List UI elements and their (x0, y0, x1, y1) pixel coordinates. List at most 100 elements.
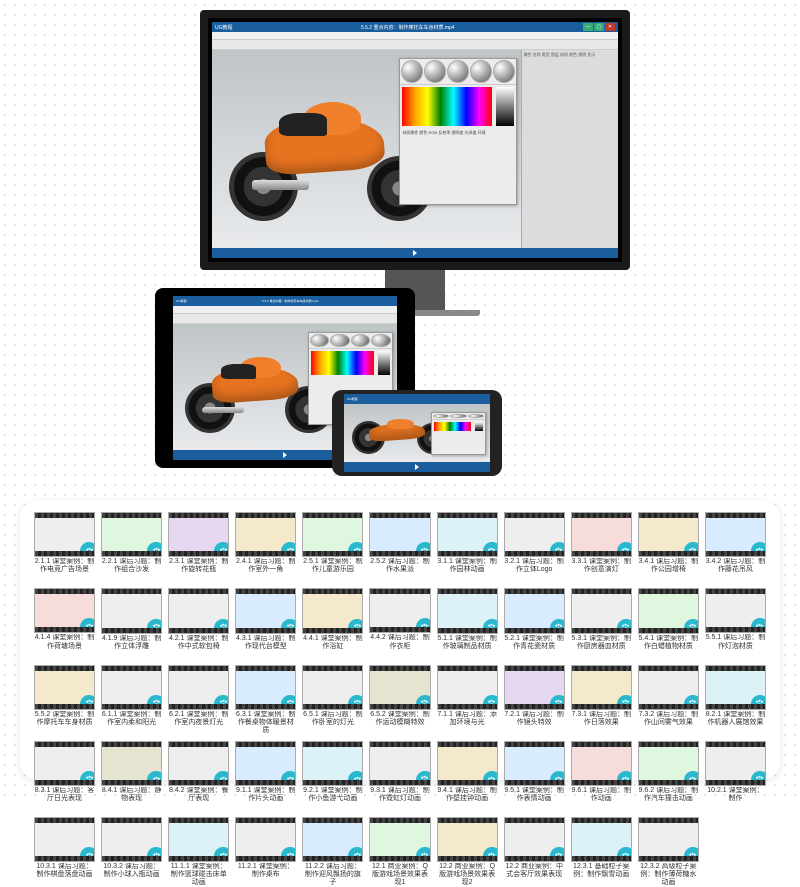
video-thumbnail[interactable] (168, 512, 229, 557)
video-thumbnail[interactable] (705, 588, 766, 633)
video-thumbnail[interactable] (504, 588, 565, 633)
video-thumbnail[interactable] (571, 665, 632, 710)
properties-panel[interactable]: 属性 名称 类型 图层 材质 颜色 透明 显示 (521, 50, 618, 248)
video-item[interactable]: 3.4.2 课后习题：制作藤花吊风 (705, 512, 766, 582)
material-swatch[interactable] (447, 60, 469, 83)
video-thumbnail[interactable] (638, 588, 699, 633)
window-min-button[interactable]: — (583, 23, 593, 31)
video-item[interactable]: 9.2.1 课堂案例：制作小鱼游弋动画 (302, 741, 363, 811)
video-thumbnail[interactable] (302, 588, 363, 633)
play-icon[interactable] (413, 250, 417, 256)
video-thumbnail[interactable] (235, 817, 296, 862)
video-thumbnail[interactable] (705, 512, 766, 557)
video-item[interactable]: 2.2.1 课后习题：制作组合沙发 (101, 512, 162, 582)
video-thumbnail[interactable] (168, 817, 229, 862)
viewport-3d[interactable]: 材质属性 颜色 RGB 反射率 透明度 光泽度 环境 (212, 50, 521, 248)
video-item[interactable]: 12.3.2 高级粒子案例：制作薄荷糖水动画 (638, 817, 699, 887)
video-thumbnail[interactable] (34, 512, 95, 557)
video-thumbnail[interactable] (504, 665, 565, 710)
video-item[interactable]: 12.1 商业案例：Q版游戏场景效果表现1 (369, 817, 430, 887)
video-item[interactable]: 4.2.1 课堂案例：制作中式软包椅 (168, 588, 229, 658)
video-item[interactable]: 8.3.1 课后习题：客厅日光表现 (34, 741, 95, 811)
video-thumbnail[interactable] (571, 512, 632, 557)
video-item[interactable]: 3.2.1 课后习题：制作立体Logo (504, 512, 565, 582)
video-thumbnail[interactable] (437, 588, 498, 633)
hue-gradient[interactable] (402, 87, 492, 126)
video-item[interactable]: 8.4.2 课堂案例：餐厅表现 (168, 741, 229, 811)
video-thumbnail[interactable] (437, 817, 498, 862)
video-thumbnail[interactable] (235, 741, 296, 786)
video-thumbnail[interactable] (34, 741, 95, 786)
video-thumbnail[interactable] (437, 665, 498, 710)
video-item[interactable]: 5.1.1 课堂案例：制作玻璃制品材质 (437, 588, 498, 658)
video-thumbnail[interactable] (437, 512, 498, 557)
video-item[interactable]: 9.6.1 课后习题：制作动画 (571, 741, 632, 811)
video-item[interactable]: 4.3.1 课后习题：制作现代台模型 (235, 588, 296, 658)
video-thumbnail[interactable] (168, 588, 229, 633)
video-thumbnail[interactable] (369, 817, 430, 862)
video-thumbnail[interactable] (101, 741, 162, 786)
video-thumbnail[interactable] (34, 817, 95, 862)
video-item[interactable]: 5.3.1 课堂案例：制作厨房器皿材质 (571, 588, 632, 658)
video-item[interactable]: 2.5.1 课堂案例：制作儿童游乐园 (302, 512, 363, 582)
video-thumbnail[interactable] (369, 512, 430, 557)
material-swatch[interactable] (424, 60, 446, 83)
video-item[interactable]: 12.3.1 基础粒子案例：制作飘雪动画 (571, 817, 632, 887)
video-item[interactable]: 4.1.4 课堂案例：制作荷塘场景 (34, 588, 95, 658)
toolbar[interactable] (212, 40, 618, 50)
video-item[interactable]: 2.5.2 课后习题：制作水果派 (369, 512, 430, 582)
video-thumbnail[interactable] (571, 817, 632, 862)
video-item[interactable]: 6.5.2 课堂案例：制作运动模糊特效 (369, 665, 430, 735)
video-item[interactable]: 2.4.1 课后习题：制作室外一角 (235, 512, 296, 582)
video-item[interactable]: 5.5.1 课后习题：制作灯泡材质 (705, 588, 766, 658)
video-thumbnail[interactable] (369, 665, 430, 710)
video-thumbnail[interactable] (168, 741, 229, 786)
video-item[interactable]: 7.3.1 课后习题：制作日落效果 (571, 665, 632, 735)
video-thumbnail[interactable] (302, 817, 363, 862)
video-item[interactable]: 6.3.1 课堂案例：制作餐桌物体暖景材质 (235, 665, 296, 735)
video-item[interactable]: 11.2.2 课后习题：制作迎风飘扬的旗子 (302, 817, 363, 887)
video-thumbnail[interactable] (34, 588, 95, 633)
video-item[interactable]: 5.2.1 课堂案例：制作青花瓷材质 (504, 588, 565, 658)
video-item[interactable]: 9.1.1 课堂案例：制作片头动画 (235, 741, 296, 811)
video-thumbnail[interactable] (504, 817, 565, 862)
menubar[interactable] (212, 32, 618, 40)
playback-bar[interactable] (212, 248, 618, 258)
video-item[interactable]: 10.3.2 课后习题：制作小球入瓶动画 (101, 817, 162, 887)
video-thumbnail[interactable] (638, 741, 699, 786)
video-thumbnail[interactable] (504, 741, 565, 786)
video-item[interactable]: 4.1.9 课后习题：制作立体浮雕 (101, 588, 162, 658)
video-item[interactable]: 6.2.1 课堂案例：制作室内夜景灯光 (168, 665, 229, 735)
video-item[interactable]: 9.4.1 课后习题：制作壁挂钟动画 (437, 741, 498, 811)
material-swatch[interactable] (401, 60, 423, 83)
video-item[interactable]: 3.4.1 课后习题：制作公园增椅 (638, 512, 699, 582)
video-thumbnail[interactable] (638, 665, 699, 710)
video-thumbnail[interactable] (369, 741, 430, 786)
video-item[interactable]: 12.2 商业案例：中式会客厅效果表现 (504, 817, 565, 887)
video-thumbnail[interactable] (235, 588, 296, 633)
window-max-button[interactable]: ▢ (594, 23, 604, 31)
material-swatches[interactable] (400, 59, 515, 85)
video-item[interactable]: 10.3.1 课后习题：制作棋盘落盘动画 (34, 817, 95, 887)
video-item[interactable]: 7.2.1 课后习题：制作镜头特效 (504, 665, 565, 735)
video-thumbnail[interactable] (235, 512, 296, 557)
video-thumbnail[interactable] (101, 512, 162, 557)
material-swatch[interactable] (493, 60, 515, 83)
video-item[interactable]: 10.2.1 课堂案例：制作 (705, 741, 766, 811)
video-item[interactable]: 5.4.1 课堂案例：制作白蜡植物材质 (638, 588, 699, 658)
video-thumbnail[interactable] (705, 665, 766, 710)
video-item[interactable]: 11.2.1 课堂案例：制作桌布 (235, 817, 296, 887)
video-item[interactable]: 9.6.2 课后习题：制作汽车撞击动画 (638, 741, 699, 811)
video-thumbnail[interactable] (168, 665, 229, 710)
video-item[interactable]: 3.1.1 课堂案例：制作园林动画 (437, 512, 498, 582)
video-item[interactable]: 2.1.1 课堂案例：制作电竞广告场景 (34, 512, 95, 582)
video-thumbnail[interactable] (302, 512, 363, 557)
video-item[interactable]: 8.2.1 课堂案例：制作机器人展馆效果 (705, 665, 766, 735)
video-thumbnail[interactable] (705, 741, 766, 786)
video-thumbnail[interactable] (638, 817, 699, 862)
video-item[interactable]: 11.1.1 课堂案例：制作篮球碰击床单动画 (168, 817, 229, 887)
video-item[interactable]: 7.3.2 课后习题：制作山间雾气效果 (638, 665, 699, 735)
video-thumbnail[interactable] (369, 588, 430, 633)
value-gradient[interactable] (496, 87, 513, 126)
video-item[interactable]: 9.3.1 课后习题：制作霓虹灯动画 (369, 741, 430, 811)
